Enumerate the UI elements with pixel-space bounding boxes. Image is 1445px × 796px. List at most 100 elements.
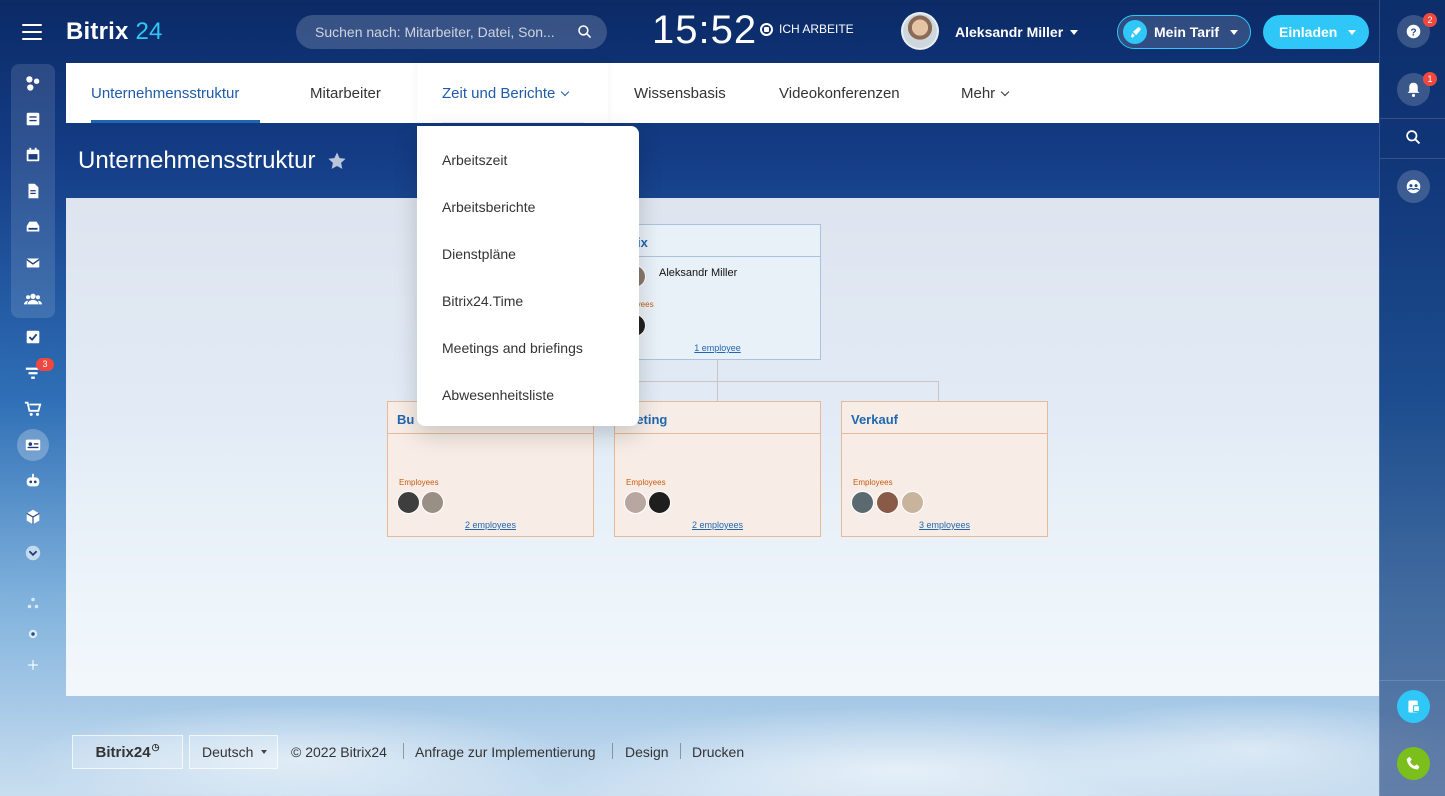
documents-icon[interactable]	[22, 180, 44, 202]
more-down-icon[interactable]	[22, 542, 44, 564]
org-chart-area: itrix Aleksandr Miller ployees 1 employe…	[66, 198, 1379, 696]
employee-avatar[interactable]	[421, 491, 444, 514]
help-icon: ?	[1406, 24, 1421, 38]
sitemap-icon[interactable]	[22, 592, 44, 614]
chat-button[interactable]	[1397, 170, 1430, 203]
employee-avatar[interactable]	[876, 491, 899, 514]
connector-line	[717, 381, 718, 401]
user-menu-caret-icon[interactable]	[1070, 30, 1078, 35]
work-status-button[interactable]: ICH ARBEITE	[760, 22, 854, 36]
top-tabs-bar: Unternehmensstruktur Mitarbeiter Zeit un…	[66, 63, 1379, 123]
logo-number: 24	[135, 18, 163, 45]
menu-item-working-time[interactable]: Arbeitszeit	[442, 152, 507, 168]
employee-avatar[interactable]	[624, 491, 647, 514]
menu-item-meetings-briefings[interactable]: Meetings and briefings	[442, 340, 583, 356]
page-title: Unternehmensstruktur	[78, 147, 347, 175]
invite-label: Einladen	[1279, 24, 1338, 40]
search-input[interactable]	[315, 24, 565, 40]
box-icon[interactable]	[22, 506, 44, 528]
chevron-down-icon	[561, 87, 570, 97]
notifications-badge: 1	[1423, 72, 1437, 86]
footer-link-implementation[interactable]: Anfrage zur Implementierung	[415, 744, 596, 760]
drive-icon[interactable]	[22, 216, 44, 238]
company-card-icon[interactable]	[22, 434, 44, 456]
help-badge: 2	[1423, 13, 1437, 27]
logo-text: Bitrix	[66, 18, 129, 45]
employee-avatar[interactable]	[901, 491, 924, 514]
menu-item-absence-chart[interactable]: Abwesenheitsliste	[442, 387, 554, 403]
footer-separator	[612, 743, 613, 759]
menu-divider	[442, 122, 584, 123]
language-select[interactable]: Deutsch	[189, 735, 278, 769]
stop-icon	[760, 22, 773, 36]
screen-share-button[interactable]	[1397, 690, 1430, 723]
chevron-down-icon	[1230, 29, 1239, 35]
language-label: Deutsch	[202, 744, 254, 760]
right-sidebar: ? 2 1	[1379, 0, 1445, 796]
bell-icon	[1407, 82, 1420, 97]
feed-icon[interactable]	[22, 72, 44, 94]
tasks-list-icon[interactable]	[22, 108, 44, 130]
clock: 15:52	[652, 8, 758, 52]
active-tab-underline	[91, 120, 260, 123]
menu-item-shift-plans[interactable]: Dienstpläne	[442, 246, 516, 262]
mail-icon[interactable]	[22, 252, 44, 274]
footer-link-design[interactable]: Design	[625, 744, 669, 760]
add-icon[interactable]	[22, 654, 44, 676]
employees-count-link[interactable]: 2 employees	[388, 520, 593, 530]
connector-line	[938, 381, 939, 401]
department-title[interactable]: rketing	[615, 402, 820, 434]
user-name[interactable]: Aleksandr Miller	[955, 24, 1063, 40]
settings-icon[interactable]	[22, 623, 44, 645]
invite-button[interactable]: Einladen	[1263, 15, 1369, 49]
groups-icon[interactable]	[22, 288, 44, 310]
search-icon[interactable]	[577, 24, 593, 40]
phone-icon	[1406, 756, 1420, 770]
separator	[1380, 158, 1445, 159]
employees-label: Employees	[853, 478, 893, 487]
footer-link-print[interactable]: Drucken	[692, 744, 744, 760]
tab-more-label: Mehr	[961, 85, 996, 102]
star-favorite-icon[interactable]	[327, 151, 347, 171]
robot-icon[interactable]	[22, 470, 44, 492]
search-bar[interactable]	[296, 15, 607, 49]
my-plan-label: Mein Tarif	[1154, 24, 1220, 40]
department-title[interactable]: Verkauf	[842, 402, 1047, 434]
employees-count-link[interactable]: 1 employee	[615, 343, 820, 353]
my-plan-button[interactable]: Mein Tarif	[1117, 15, 1251, 49]
employees-count-link[interactable]: 2 employees	[615, 520, 820, 530]
department-card[interactable]: Verkauf Employees 3 employees	[841, 401, 1048, 537]
department-head-name[interactable]: Aleksandr Miller	[659, 267, 737, 279]
menu-item-work-reports[interactable]: Arbeitsberichte	[442, 199, 535, 215]
menu-item-bitrix24-time[interactable]: Bitrix24.Time	[442, 293, 523, 309]
employee-avatar[interactable]	[648, 491, 671, 514]
left-sidebar: 3	[0, 0, 66, 796]
department-title[interactable]: itrix	[615, 225, 820, 257]
department-card-root[interactable]: itrix Aleksandr Miller ployees 1 employe…	[614, 224, 821, 360]
call-button[interactable]	[1397, 747, 1430, 780]
user-avatar[interactable]	[901, 12, 939, 50]
shop-cart-icon[interactable]	[22, 398, 44, 420]
department-card[interactable]: rketing Employees 2 employees	[614, 401, 821, 537]
separator	[1380, 118, 1445, 119]
tab-knowledge-base[interactable]: Wissensbasis	[634, 85, 726, 102]
calendar-icon[interactable]	[22, 144, 44, 166]
employees-label: Employees	[626, 478, 666, 487]
search-button[interactable]	[1397, 121, 1430, 154]
employee-avatar[interactable]	[397, 491, 420, 514]
chevron-down-icon	[261, 750, 268, 754]
burger-menu-icon[interactable]	[22, 24, 42, 40]
chevron-down-icon	[1348, 29, 1357, 35]
bitrix-logo[interactable]: Bitrix 24	[66, 18, 163, 46]
tab-employees[interactable]: Mitarbeiter	[310, 85, 381, 102]
employee-avatar[interactable]	[851, 491, 874, 514]
footer-logo-text: Bitrix24	[95, 743, 151, 761]
tab-company-structure[interactable]: Unternehmensstruktur	[91, 85, 239, 102]
footer-logo[interactable]: Bitrix24 ◷	[72, 735, 183, 769]
checklist-icon[interactable]	[22, 326, 44, 348]
employees-count-link[interactable]: 3 employees	[842, 520, 1047, 530]
tab-more[interactable]: Mehr	[961, 85, 1010, 102]
tab-video-conferences[interactable]: Videokonferenzen	[779, 85, 900, 102]
separator	[1380, 680, 1445, 681]
tab-time-reports[interactable]: Zeit und Berichte	[442, 85, 570, 102]
